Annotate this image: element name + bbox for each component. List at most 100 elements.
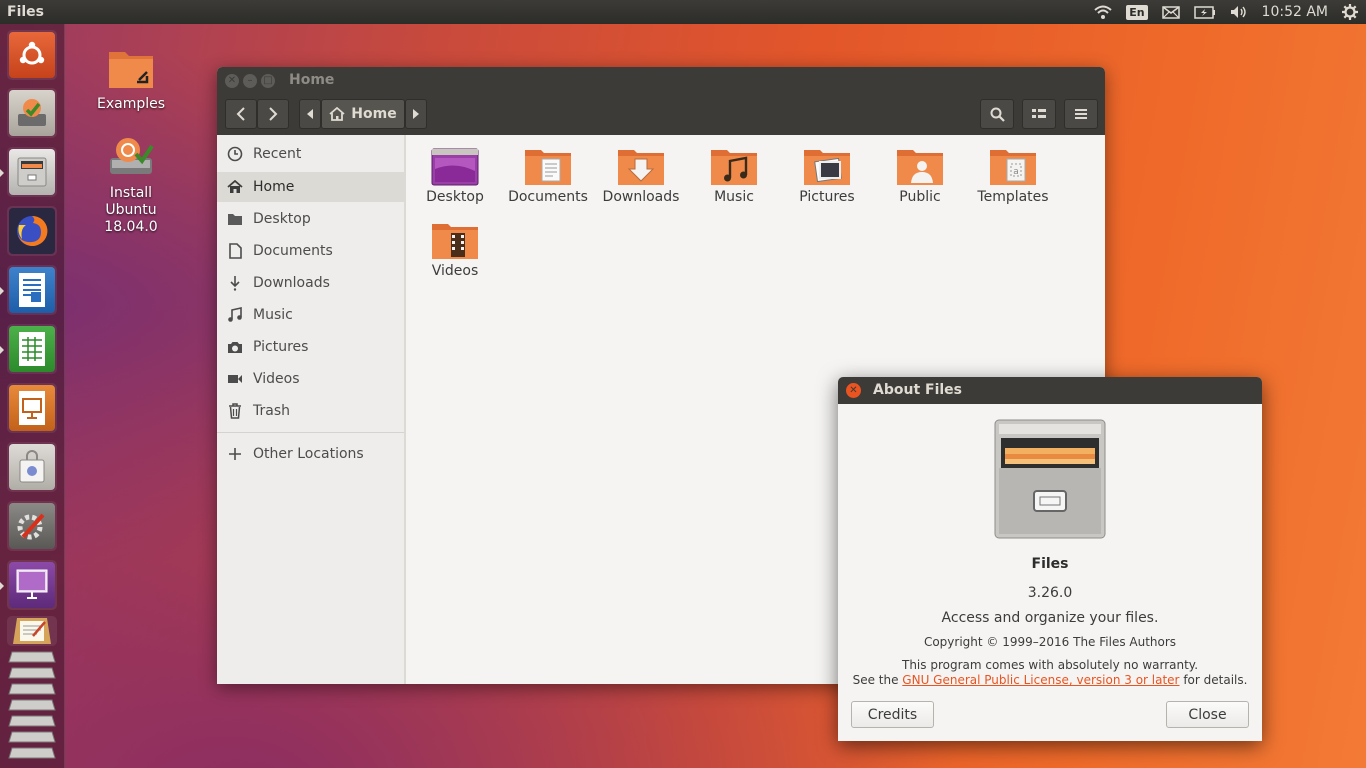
- document-icon: [227, 243, 243, 259]
- folder-icon: [227, 211, 243, 227]
- sidebar-item-pictures[interactable]: Pictures: [217, 332, 404, 362]
- clock[interactable]: 10:52 AM: [1262, 4, 1328, 20]
- folder-label: Music: [714, 189, 754, 205]
- ubuntu-dash-button[interactable]: [7, 30, 57, 80]
- sidebar-item-documents[interactable]: Documents: [217, 236, 404, 266]
- folder-item-public[interactable]: Public: [875, 147, 965, 205]
- calc-spreadsheet-icon: [19, 332, 45, 366]
- window-titlebar[interactable]: ✕ – □ Home: [217, 67, 1105, 95]
- sidebar-item-home[interactable]: Home: [217, 172, 404, 202]
- credits-button[interactable]: Credits: [851, 701, 934, 728]
- minimize-window-button[interactable]: –: [243, 74, 257, 88]
- folder-label: Pictures: [799, 189, 855, 205]
- music-icon: [227, 307, 243, 323]
- sidebar-item-other-locations[interactable]: Other Locations: [217, 439, 404, 469]
- menu-button[interactable]: [1064, 99, 1098, 129]
- keyboard-layout-indicator[interactable]: En: [1126, 4, 1148, 20]
- sidebar-item-label: Desktop: [253, 211, 311, 227]
- sidebar-item-label: Downloads: [253, 275, 330, 291]
- trash-icon: [227, 403, 243, 419]
- workspaces-stack[interactable]: [7, 650, 57, 760]
- close-window-button[interactable]: ✕: [225, 74, 239, 88]
- plus-icon: [227, 446, 243, 462]
- caret-left-icon: [307, 109, 313, 119]
- running-indicator: [0, 582, 4, 590]
- settings-tools-icon: [17, 513, 45, 540]
- folder-label: Videos: [431, 263, 479, 279]
- chevron-left-icon: [236, 107, 245, 121]
- maximize-window-button[interactable]: □: [261, 74, 275, 88]
- install-ubuntu-launcher[interactable]: [7, 88, 57, 138]
- clock-icon: [227, 146, 243, 162]
- folder-item-videos[interactable]: Videos: [410, 221, 500, 279]
- shopping-bag-icon: [19, 450, 45, 483]
- path-scroll-left-button[interactable]: [299, 99, 321, 129]
- sidebar-item-label: Videos: [253, 371, 300, 387]
- sidebar-item-label: Home: [253, 179, 295, 195]
- running-indicator: [0, 287, 4, 295]
- chevron-right-icon: [269, 107, 278, 121]
- public-folder-icon: [897, 150, 943, 185]
- about-app-name: Files: [1031, 556, 1069, 572]
- sidebar-item-trash[interactable]: Trash: [217, 396, 404, 426]
- gear-icon[interactable]: [1342, 4, 1358, 20]
- folder-item-desktop[interactable]: Desktop: [410, 147, 500, 205]
- forward-button[interactable]: [257, 99, 289, 129]
- search-button[interactable]: [980, 99, 1014, 129]
- back-button[interactable]: [225, 99, 257, 129]
- sidebar-item-recent[interactable]: Recent: [217, 139, 404, 169]
- view-toggle-button[interactable]: [1022, 99, 1056, 129]
- sidebar-item-music[interactable]: Music: [217, 300, 404, 330]
- desktop-icon-label-line2: Ubuntu: [105, 202, 157, 218]
- desktop-monitor-launcher[interactable]: [7, 560, 57, 610]
- sidebar-divider: [217, 432, 404, 433]
- home-icon: [227, 179, 243, 195]
- folder-item-downloads[interactable]: Downloads: [596, 147, 686, 205]
- desktop-icon-install-ubuntu[interactable]: Install Ubuntu 18.04.0: [91, 134, 171, 236]
- writer-document-icon: [19, 273, 45, 307]
- path-bar-home-button[interactable]: Home: [321, 99, 405, 129]
- license-link[interactable]: GNU General Public License, version 3 or…: [902, 673, 1179, 687]
- sidebar-item-downloads[interactable]: Downloads: [217, 268, 404, 298]
- places-sidebar: Recent Home Desktop Documents Downloads …: [217, 135, 406, 684]
- window-title: Home: [289, 72, 335, 88]
- files-launcher[interactable]: [7, 147, 57, 197]
- text-editor-launcher[interactable]: [7, 616, 57, 646]
- launcher: [0, 24, 65, 768]
- close-button[interactable]: Close: [1166, 701, 1249, 728]
- folder-item-templates[interactable]: a Templates: [968, 147, 1058, 205]
- desktop-icon-examples[interactable]: Examples: [91, 46, 171, 112]
- about-dialog-title: About Files: [873, 382, 962, 398]
- close-dialog-button[interactable]: ✕: [846, 383, 861, 398]
- downloads-folder-icon: [618, 150, 664, 185]
- system-settings-launcher[interactable]: [7, 501, 57, 551]
- about-dialog-titlebar[interactable]: ✕ About Files: [838, 377, 1262, 404]
- sidebar-item-desktop[interactable]: Desktop: [217, 204, 404, 234]
- about-license-line: See the GNU General Public License, vers…: [838, 673, 1262, 687]
- svg-text:a: a: [1013, 167, 1019, 177]
- mail-icon[interactable]: [1161, 5, 1180, 19]
- pictures-folder-icon: [804, 150, 850, 185]
- libreoffice-impress-launcher[interactable]: [7, 383, 57, 433]
- folder-item-documents[interactable]: Documents: [503, 147, 593, 205]
- ubuntu-logo-icon: [19, 41, 45, 65]
- download-icon: [227, 275, 243, 291]
- folder-item-music[interactable]: Music: [689, 147, 779, 205]
- path-scroll-right-button[interactable]: [405, 99, 427, 129]
- libreoffice-writer-launcher[interactable]: [7, 265, 57, 315]
- battery-icon[interactable]: [1193, 5, 1216, 19]
- video-icon: [227, 371, 243, 387]
- firefox-launcher[interactable]: [7, 206, 57, 256]
- wifi-icon[interactable]: [1094, 5, 1112, 19]
- music-folder-icon: [711, 150, 757, 185]
- sidebar-item-videos[interactable]: Videos: [217, 364, 404, 394]
- ubuntu-software-launcher[interactable]: [7, 442, 57, 492]
- about-description: Access and organize your files.: [941, 610, 1159, 626]
- libreoffice-calc-launcher[interactable]: [7, 324, 57, 374]
- sidebar-item-label: Music: [253, 307, 293, 323]
- volume-icon[interactable]: [1230, 5, 1248, 19]
- folder-item-pictures[interactable]: Pictures: [782, 147, 872, 205]
- about-version: 3.26.0: [1027, 585, 1073, 601]
- impress-presentation-icon: [19, 391, 45, 425]
- desktop-icon-label: Examples: [96, 96, 166, 112]
